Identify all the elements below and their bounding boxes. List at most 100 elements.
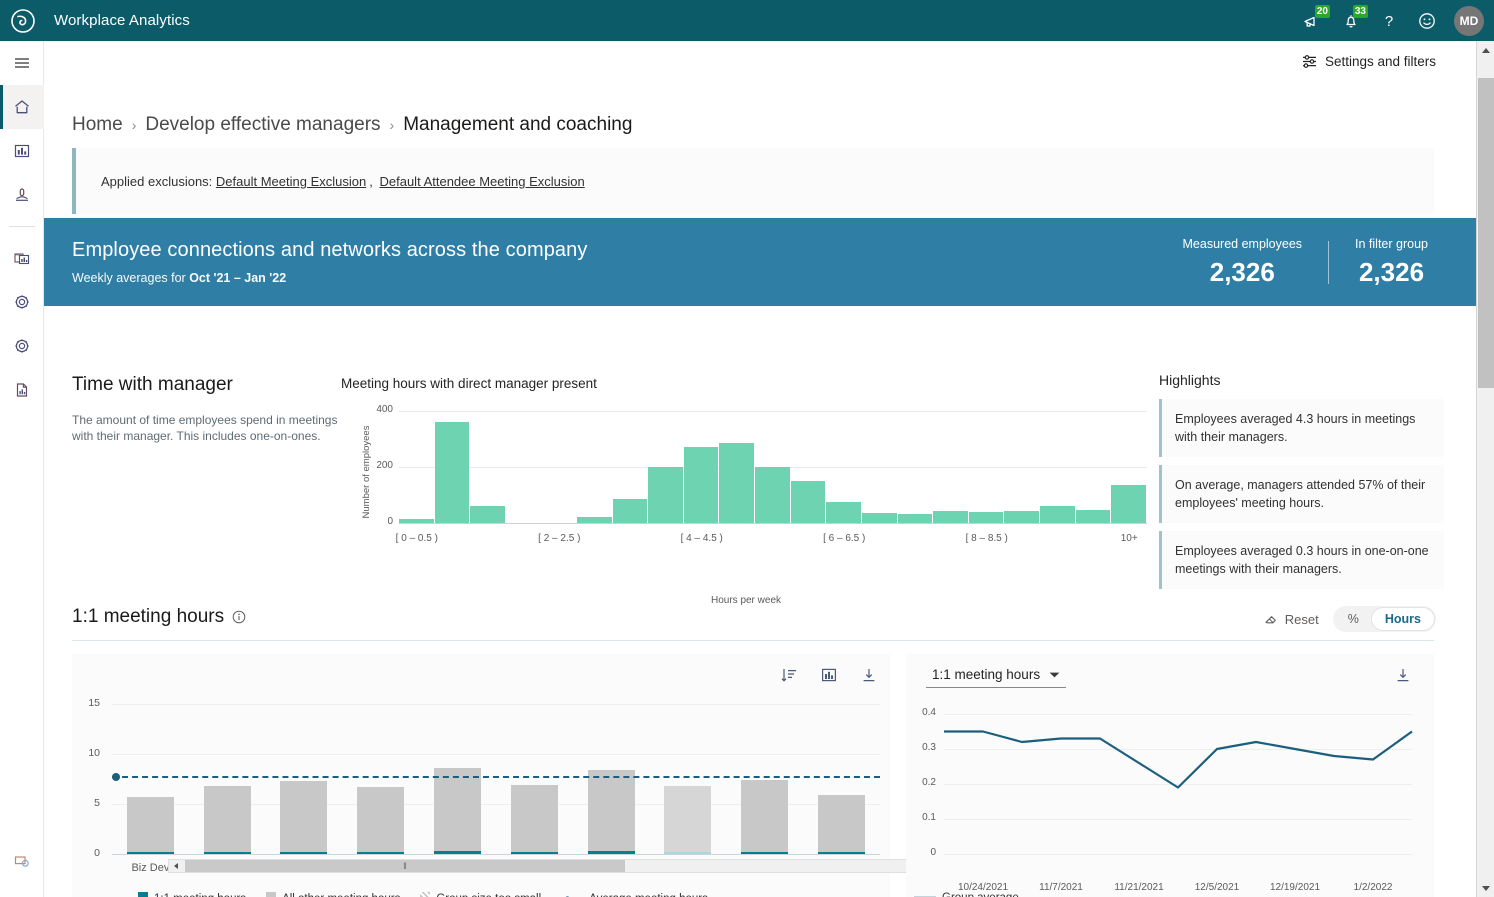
unit-option-percent[interactable]: %: [1335, 608, 1372, 630]
download-button[interactable]: [1394, 666, 1412, 687]
histogram-bar[interactable]: [434, 421, 470, 524]
histogram-bar[interactable]: [790, 481, 826, 524]
scroll-thumb[interactable]: [1478, 78, 1494, 388]
highlight-card: On average, managers attended 57% of the…: [1159, 465, 1444, 523]
scroll-down-button[interactable]: [1477, 879, 1494, 897]
section-tools: Reset % Hours: [1263, 606, 1436, 632]
unit-toggle[interactable]: % Hours: [1332, 606, 1436, 632]
histogram-x-axis: [399, 523, 1147, 524]
sidebar-item-admin-settings[interactable]: [0, 324, 44, 368]
y-tick-label: 0: [387, 516, 393, 527]
metric-select[interactable]: 1:1 meeting hours: [926, 664, 1067, 688]
download-button[interactable]: [860, 666, 878, 687]
bar-column[interactable]: [189, 704, 266, 854]
exclusion-link-default-attendee-meeting[interactable]: Default Attendee Meeting Exclusion: [379, 174, 584, 189]
reset-button[interactable]: Reset: [1263, 611, 1319, 627]
sort-descending-icon: [781, 669, 796, 682]
bar-stack[interactable]: [434, 768, 482, 854]
section-title-1-1-meeting-hours: 1:1 meeting hours: [72, 606, 246, 628]
sidebar-item-feedback[interactable]: [0, 839, 44, 883]
histogram-bar[interactable]: [683, 446, 719, 524]
bar-stack[interactable]: [203, 786, 251, 854]
settings-and-filters-button[interactable]: Settings and filters: [1301, 53, 1436, 70]
bar-column[interactable]: [112, 704, 189, 854]
scroll-up-button[interactable]: [1477, 41, 1494, 59]
exclusion-link-default-meeting[interactable]: Default Meeting Exclusion: [216, 174, 366, 189]
legend-item-all-other-meeting-hours: All other meeting hours: [266, 892, 400, 897]
bar-column[interactable]: [573, 704, 650, 854]
bar-column[interactable]: [726, 704, 803, 854]
chevron-down-icon: [1049, 672, 1060, 677]
bar-column[interactable]: [342, 704, 419, 854]
sidebar-item-explore[interactable]: [0, 173, 44, 217]
x-tick-label: [ 2 – 2.5 ): [538, 533, 581, 544]
sidebar-item-reports[interactable]: [0, 368, 44, 412]
histogram-bar[interactable]: [719, 442, 755, 524]
bar-segment-other: [280, 781, 328, 852]
histogram-bar[interactable]: [648, 466, 683, 524]
breadcrumb-item-home[interactable]: Home: [72, 114, 123, 136]
bar-segment-other: [434, 768, 482, 852]
average-line: [112, 776, 880, 778]
histogram-bar[interactable]: [1039, 505, 1075, 524]
bar-stack[interactable]: [126, 797, 174, 854]
x-tick-label: 11/21/2021: [1114, 882, 1164, 893]
kpi-measured-employees: Measured employees 2,326: [1157, 237, 1329, 288]
feedback-button[interactable]: [1408, 0, 1446, 41]
histogram-bar[interactable]: [1111, 485, 1146, 524]
bar-stack[interactable]: [664, 786, 712, 854]
histogram-bar[interactable]: [470, 505, 505, 524]
x-tick-label: 12/5/2021: [1194, 882, 1240, 893]
sidebar-item-analyze[interactable]: [0, 129, 44, 173]
bar-stack[interactable]: [280, 781, 328, 854]
group-bar-plot: 051015Biz DevCustomer S...FacilitiesFina…: [88, 697, 880, 874]
vertical-scrollbar[interactable]: [1476, 41, 1494, 897]
hamburger-menu-icon: [15, 58, 29, 68]
histogram-bar[interactable]: [755, 466, 790, 524]
sidebar-item-home[interactable]: [0, 85, 44, 129]
histogram-bar[interactable]: [1075, 510, 1111, 524]
bar-stack[interactable]: [510, 785, 558, 854]
bar-stack[interactable]: [587, 770, 635, 854]
applied-exclusions-label: Applied exclusions:: [101, 173, 213, 189]
help-button[interactable]: ?: [1370, 0, 1408, 41]
bar-column[interactable]: [496, 704, 573, 854]
section-title-time-with-manager: Time with manager: [72, 374, 233, 395]
scroll-left-button[interactable]: [169, 860, 183, 872]
bar-stack[interactable]: [818, 795, 866, 854]
sidebar-item-settings[interactable]: [0, 280, 44, 324]
bar-column[interactable]: [266, 704, 343, 854]
chart-type-button[interactable]: [820, 666, 838, 687]
trend-line-chart-card: 1:1 meeting hours 0 0.1 0.2 0.3 0.4 10/24/202…: [906, 654, 1434, 897]
kpi-label: In filter group: [1355, 236, 1428, 251]
kpi-label: Measured employees: [1182, 236, 1303, 251]
top-app-bar: Workplace Analytics 20 33 ? MD: [0, 0, 1494, 41]
bar-stack[interactable]: [741, 780, 789, 854]
bar-column[interactable]: [419, 704, 496, 854]
histogram-bar[interactable]: [612, 499, 648, 524]
breadcrumb-item-develop-effective-managers[interactable]: Develop effective managers: [145, 114, 380, 136]
gear-icon: [15, 339, 29, 353]
bar-column[interactable]: [803, 704, 880, 854]
app-logo[interactable]: [0, 0, 46, 41]
section-title-text: 1:1 meeting hours: [72, 606, 225, 627]
bar-column[interactable]: [650, 704, 727, 854]
notifications-button[interactable]: 33: [1332, 0, 1370, 41]
hamburger-menu-button[interactable]: [0, 41, 44, 85]
rail-divider: [8, 226, 35, 227]
sort-button[interactable]: [780, 666, 798, 687]
scroll-thumb[interactable]: ‖: [185, 860, 625, 872]
hero-kpis: Measured employees 2,326 In filter group…: [1157, 237, 1476, 288]
line-chart-legend: Group average: [914, 892, 1019, 897]
y-tick-label: 200: [376, 460, 393, 471]
sidebar-item-plans[interactable]: [0, 236, 44, 280]
info-circle-icon[interactable]: [232, 610, 246, 624]
histogram-bar[interactable]: [826, 501, 861, 524]
announcements-button[interactable]: 20: [1294, 0, 1332, 41]
unit-option-hours[interactable]: Hours: [1371, 608, 1434, 630]
horizontal-scrollbar[interactable]: ‖: [168, 859, 938, 873]
bar-stack[interactable]: [357, 787, 405, 854]
x-axis-line: [112, 854, 880, 855]
rail-bottom-group: [0, 839, 44, 883]
avatar[interactable]: MD: [1454, 5, 1484, 36]
